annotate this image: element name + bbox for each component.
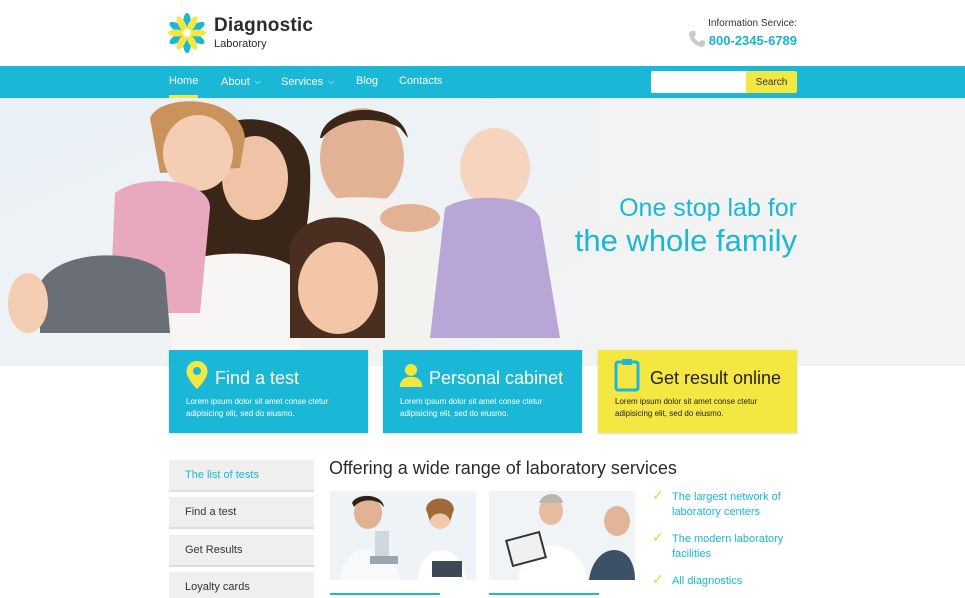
main-nav: Home About ⌵ Services ⌵ Blog Contacts	[0, 66, 965, 98]
sidebar-item-loyalty-cards[interactable]: Loyalty cards	[169, 572, 314, 598]
feature-text: Lorem ipsum dolor sit amet conse ctetur …	[615, 397, 758, 418]
nav-label: Contacts	[399, 75, 443, 87]
feature-text: Lorem ipsum dolor sit amet conse ctetur …	[186, 397, 329, 418]
search-button[interactable]: Search	[746, 71, 797, 93]
brand-subtitle: Laboratory	[214, 38, 267, 50]
feature-personal-cabinet[interactable]: Personal cabinet Lorem ipsum dolor sit a…	[383, 350, 582, 433]
sidebar-item-get-results[interactable]: Get Results	[169, 535, 314, 567]
clipboard-icon	[614, 359, 640, 392]
chevron-down-icon: ⌵	[254, 77, 261, 86]
phone-label: Information Service:	[708, 18, 797, 29]
nav-item-home[interactable]: Home	[169, 66, 199, 98]
feature-text: Lorem ipsum dolor sit amet conse ctetur …	[400, 397, 543, 418]
logo-icon[interactable]	[166, 12, 208, 54]
feature-title: Personal cabinet	[429, 368, 564, 388]
check-icon: ✓	[652, 529, 664, 545]
hero-banner: One stop lab for the whole family	[0, 98, 965, 366]
nav-item-contacts[interactable]: Contacts	[399, 66, 442, 98]
search-input[interactable]	[651, 71, 747, 93]
chevron-down-icon: ⌵	[328, 77, 335, 86]
thumb-caption-link[interactable]	[489, 593, 599, 595]
sidebar-item-list-of-tests[interactable]: The list of tests	[169, 460, 314, 492]
hero-headline-line1: One stop lab for	[619, 194, 797, 222]
check-icon: ✓	[652, 571, 664, 587]
check-icon: ✓	[652, 487, 664, 503]
nav-label: Services	[281, 76, 324, 88]
nav-label: Blog	[356, 75, 379, 87]
checklist-label: All diagnostics	[672, 575, 743, 587]
microscope-photo	[330, 491, 476, 580]
feature-find-test[interactable]: Find a test Lorem ipsum dolor sit amet c…	[169, 350, 368, 433]
phone-number[interactable]: 800-2345-6789	[709, 33, 797, 48]
nav-item-services[interactable]: Services ⌵	[281, 66, 334, 98]
user-icon	[399, 363, 423, 387]
checklist-item: ✓ The largest network of laboratory cent…	[652, 487, 802, 520]
doctor-patient-image[interactable]	[489, 491, 635, 580]
checklist-item: ✓ All diagnostics	[652, 571, 802, 589]
feature-title: Get result online	[650, 368, 782, 388]
map-pin-icon	[186, 361, 208, 389]
feature-title: Find a test	[215, 368, 300, 388]
checklist-item: ✓ The modern laboratory facilities	[652, 529, 802, 562]
checklist-label: The modern laboratory facilities	[672, 533, 784, 560]
phone-icon	[689, 31, 705, 47]
checklist-label: The largest network of laboratory center…	[672, 491, 781, 518]
thumb-caption-link[interactable]	[330, 593, 440, 595]
sidebar-item-find-test[interactable]: Find a test	[169, 497, 314, 529]
site-header: Diagnostic Laboratory Information Servic…	[0, 0, 965, 66]
nav-item-blog[interactable]: Blog	[356, 66, 378, 98]
brand-name[interactable]: Diagnostic	[214, 15, 313, 37]
nav-label: About	[221, 76, 250, 88]
nav-label: Home	[169, 75, 199, 87]
doctor-photo	[489, 491, 635, 580]
feature-get-result[interactable]: Get result online Lorem ipsum dolor sit …	[598, 350, 797, 433]
nav-item-about[interactable]: About ⌵	[221, 66, 261, 98]
family-photo	[0, 98, 600, 366]
hero-headline-line2: the whole family	[574, 223, 797, 258]
section-title: Offering a wide range of laboratory serv…	[329, 458, 677, 478]
lab-scientist-image[interactable]	[330, 491, 476, 580]
